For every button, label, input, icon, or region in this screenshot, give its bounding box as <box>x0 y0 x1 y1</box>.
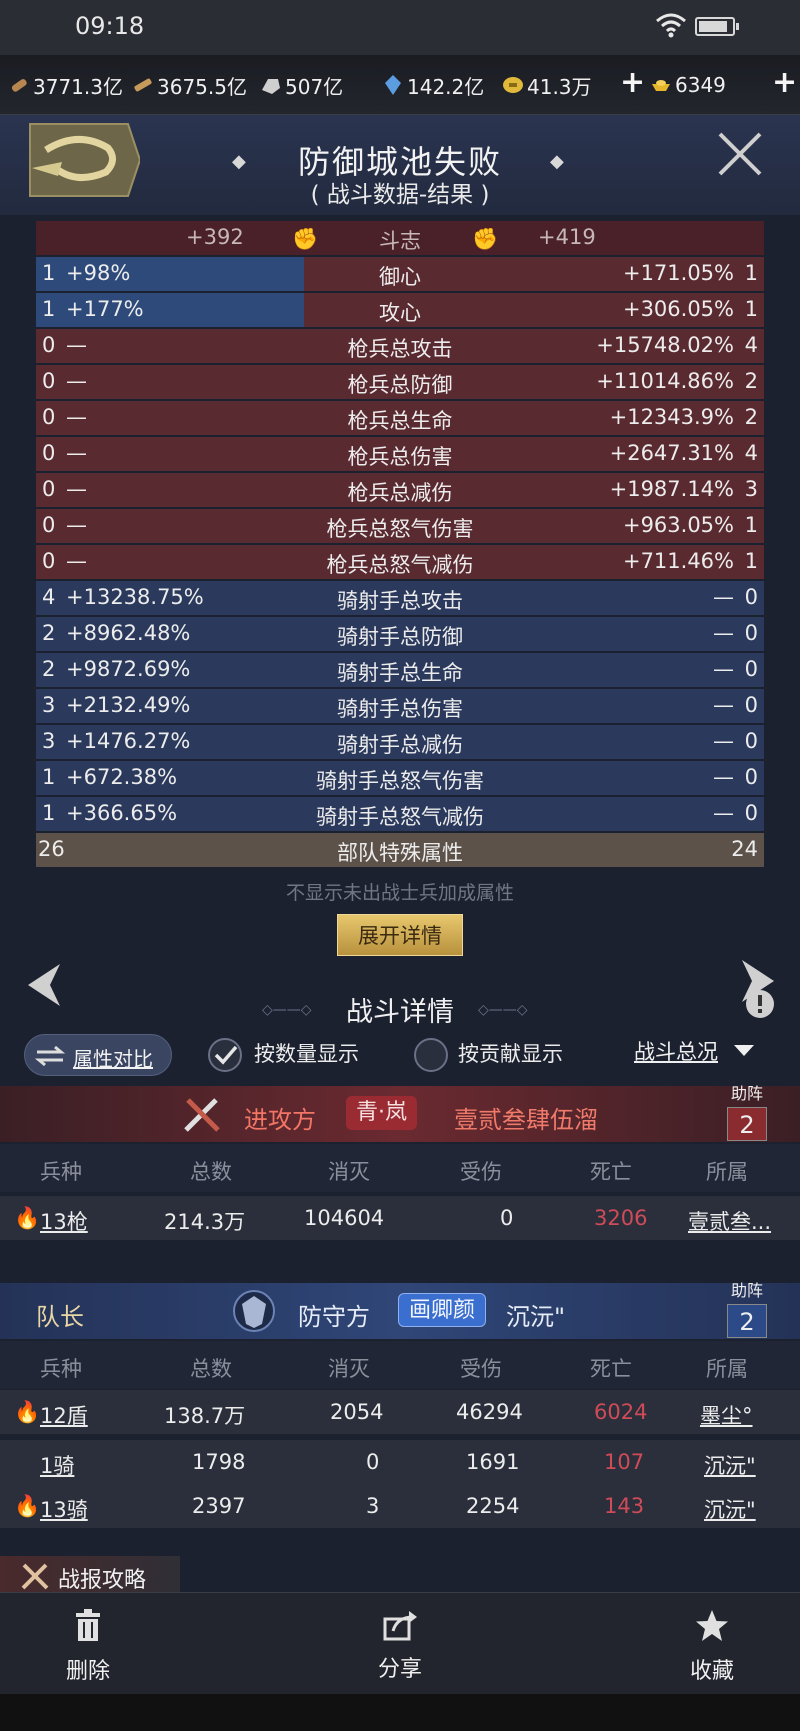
coin-icon <box>503 77 523 93</box>
battery-icon <box>695 17 739 36</box>
stat-row: 0— 枪兵总怒气伤害 +963.05% 1 <box>36 508 764 544</box>
system-nav-bar <box>0 1694 800 1731</box>
stat-row: 1 +672.38% 骑射手总怒气伤害 —0 <box>36 760 764 796</box>
resource-gold-ingot: 6349 <box>650 71 726 99</box>
gold-ingot-icon <box>652 80 670 91</box>
bottom-action-bar: 删除 分享 收藏 <box>0 1592 800 1694</box>
defender-alliance-tag: 画卿颜 <box>398 1293 487 1327</box>
wood-icon <box>11 79 27 92</box>
table-row[interactable]: 🔥 13骑 2397 3 2254 143 沉沅" <box>0 1484 800 1528</box>
defender-help-badge[interactable]: 助阵 2 <box>720 1277 774 1339</box>
table-row[interactable]: 1骑 1798 0 1691 107 沉沅" <box>0 1440 800 1484</box>
stat-row-morale: +392 ✊ 斗志 ✊ +419 <box>36 220 764 256</box>
resource-bar: 3771.3亿 3675.5亿 507亿 142.2亿 41.3万 + 6349… <box>0 55 800 115</box>
stat-row: 0— 枪兵总减伤 +1987.14% 3 <box>36 472 764 508</box>
attacker-label: 进攻方 <box>244 1106 316 1134</box>
table-row[interactable]: 🔥 13枪 214.3万 104604 0 3206 壹贰叁... <box>0 1196 800 1240</box>
stat-row: 0— 枪兵总伤害 +2647.31% 4 <box>36 436 764 472</box>
check-icon <box>214 1045 238 1065</box>
stat-row: 0— 枪兵总怒气减伤 +711.46% 1 <box>36 544 764 580</box>
attacker-table-header: 兵种 总数 消灭 受伤 死亡 所属 <box>0 1144 800 1192</box>
stat-row: 0— 枪兵总生命 +12343.9% 2 <box>36 400 764 436</box>
section-deco-right: ◇——◇ <box>478 1002 528 1018</box>
stat-row: 2 +8962.48% 骑射手总防御 —0 <box>36 616 764 652</box>
by-count-label[interactable]: 按数量显示 <box>254 1038 359 1068</box>
hidden-units-note: 不显示未出战士兵加成属性 <box>285 882 514 904</box>
by-count-radio[interactable] <box>208 1038 242 1072</box>
resource-crystal: 142.2亿 <box>382 71 484 99</box>
close-icon[interactable] <box>716 130 764 178</box>
flame-icon: 🔥 <box>14 1206 41 1230</box>
flame-icon: 🔥 <box>14 1494 41 1518</box>
by-contribution-radio[interactable] <box>414 1038 448 1072</box>
wifi-icon <box>656 13 686 38</box>
star-icon <box>696 1610 728 1641</box>
attacker-help-badge[interactable]: 助阵 2 <box>720 1080 774 1142</box>
attacker-name[interactable]: 壹贰叁肆伍溜 <box>454 1100 598 1135</box>
stat-row: 1 +98% 御心 +171.05% 1 <box>36 256 764 292</box>
defender-label: 防守方 <box>298 1303 370 1331</box>
stats-table: +392 ✊ 斗志 ✊ +419 1 +98% 御心 +171.05% 1 1 +177%… <box>36 220 764 868</box>
stat-row: 2 +9872.69% 骑射手总生命 —0 <box>36 652 764 688</box>
crystal-icon <box>385 75 401 95</box>
stat-row: 4 +13238.75% 骑射手总攻击 —0 <box>36 580 764 616</box>
report-header: ◆ 防御城池失败 ◆ ( 战斗数据-结果 ) <box>0 115 800 215</box>
stat-row: 1 +366.65% 骑射手总怒气减伤 —0 <box>36 796 764 832</box>
fist-red-icon: ✊ <box>472 227 499 251</box>
status-bar: 09:18 <box>0 0 800 55</box>
shield-icon <box>233 1290 275 1332</box>
iron-icon <box>262 79 280 94</box>
battle-overview-link[interactable]: 战斗总况 <box>634 1036 718 1066</box>
share-button[interactable]: 分享 <box>340 1609 460 1683</box>
stone-icon <box>134 78 152 92</box>
page-subtitle: ( 战斗数据-结果 ) <box>310 182 490 208</box>
by-contribution-label[interactable]: 按贡献显示 <box>458 1038 563 1068</box>
stat-row: 1 +177% 攻心 +306.05% 1 <box>36 292 764 328</box>
defender-name[interactable]: 沉沅" <box>506 1297 565 1332</box>
expand-details-button[interactable]: 展开详情 <box>337 914 463 956</box>
resource-iron: 507亿 <box>260 71 343 99</box>
status-time: 09:18 <box>75 12 145 40</box>
table-row[interactable]: 🔥 12盾 138.7万 2054 46294 6024 墨尘° <box>0 1390 800 1434</box>
crossed-swords-icon <box>21 1563 49 1590</box>
resource-stone: 3675.5亿 <box>132 71 247 99</box>
resource-coin: 41.3万 <box>502 71 592 99</box>
crossed-swords-icon <box>184 1098 220 1132</box>
attacker-alliance-tag: 青·岚 <box>346 1096 417 1130</box>
defender-table-header: 兵种 总数 消灭 受伤 死亡 所属 <box>0 1341 800 1389</box>
battle-strategy-button[interactable]: 战报攻略 <box>0 1556 180 1594</box>
battle-details-title: 战斗详情 <box>346 997 454 1028</box>
stat-row: 0— 枪兵总攻击 +15748.02% 4 <box>36 328 764 364</box>
flame-icon: 🔥 <box>14 1400 41 1424</box>
share-icon <box>383 1611 417 1641</box>
resource-wood: 3771.3亿 <box>8 71 123 99</box>
add-coin-button[interactable]: + <box>620 65 645 100</box>
add-gold-button[interactable]: + <box>772 65 797 100</box>
attacker-band: 进攻方 青·岚 壹贰叁肆伍溜 助阵 2 <box>0 1084 800 1142</box>
stat-row: 0— 枪兵总防御 +11014.86% 2 <box>36 364 764 400</box>
stat-row: 3 +1476.27% 骑射手总减伤 —0 <box>36 724 764 760</box>
captain-label: 队长 <box>36 1303 84 1331</box>
trash-icon <box>76 1609 100 1641</box>
stat-row: 3 +2132.49% 骑射手总伤害 —0 <box>36 688 764 724</box>
attribute-compare-button[interactable]: 属性对比 <box>24 1034 172 1076</box>
swap-arrows-icon <box>35 1045 65 1067</box>
chevron-down-icon[interactable] <box>732 1042 756 1058</box>
delete-button[interactable]: 删除 <box>28 1609 148 1685</box>
title-deco-right: ◆ <box>550 151 564 172</box>
stat-row-special[interactable]: 26 部队特殊属性 24 <box>36 832 764 868</box>
defender-band: 队长 防守方 画卿颜 沉沅" 助阵 2 <box>0 1281 800 1339</box>
favorite-button[interactable]: 收藏 <box>652 1609 772 1685</box>
